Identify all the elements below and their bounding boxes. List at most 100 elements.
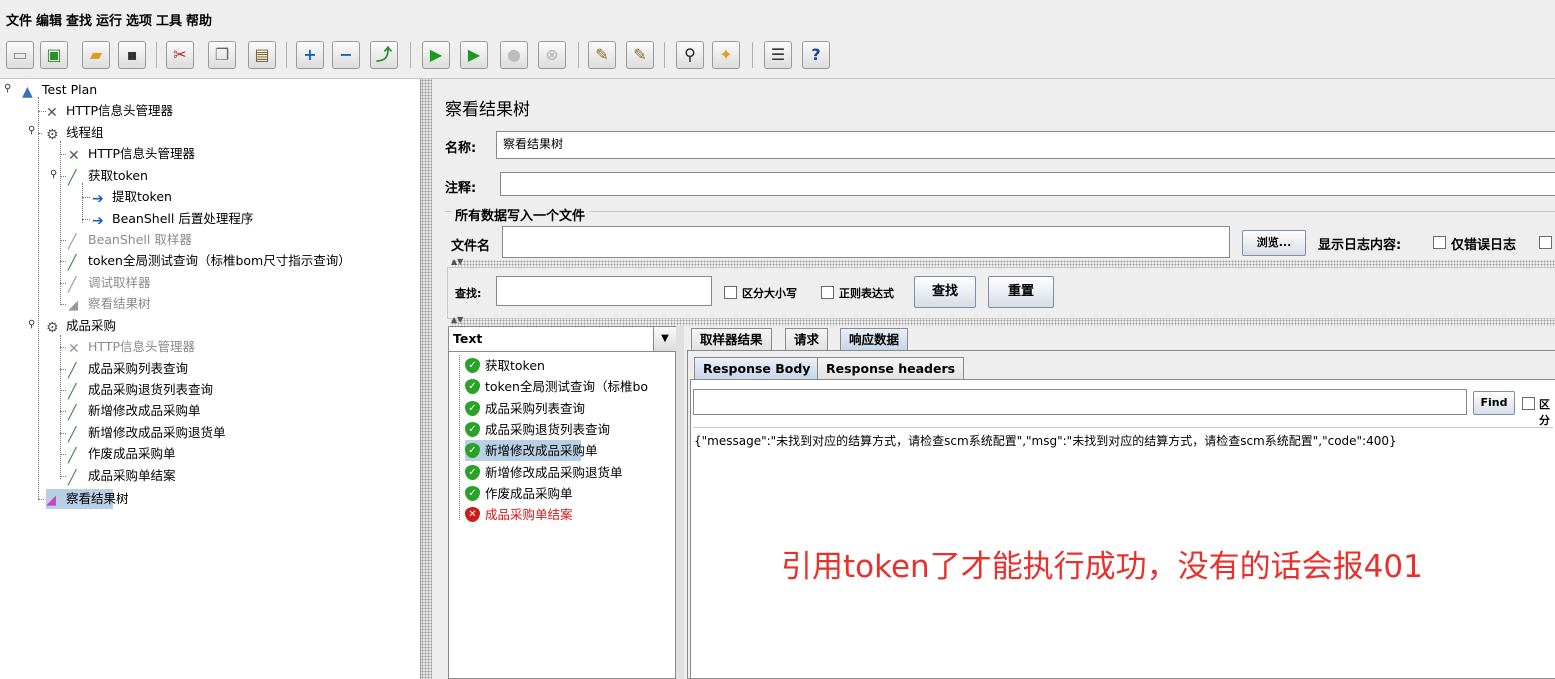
chart-icon: ◢ [68, 298, 78, 313]
response-case-label: 区分 [1539, 398, 1550, 427]
pipette-icon: ╱ [68, 384, 77, 400]
search-icon[interactable]: ⚲ [676, 41, 704, 69]
save-icon[interactable]: ▪ [118, 41, 146, 69]
log-content-label: 显示日志内容: [1318, 238, 1402, 253]
success-shield-icon: ✓ [465, 400, 480, 416]
result-label: 作废成品采购单 [485, 485, 573, 501]
stop-icon[interactable]: ● [500, 41, 528, 69]
filename-field[interactable] [502, 226, 1230, 258]
result-tree-panel: 察看结果树 名称: 察看结果树 注释: 所有数据写入一个文件 文件名 浏览...… [433, 79, 1555, 679]
page-title: 察看结果树 [445, 100, 530, 120]
cut-icon[interactable]: ✂ [166, 41, 194, 69]
gear-icon: ⚙ [46, 127, 59, 143]
divider [451, 319, 1555, 326]
tree-item-result-tree[interactable]: ◢ 察看结果树 [46, 489, 129, 509]
menu-options[interactable]: 选项 [126, 10, 152, 29]
flask-icon: ▲ [22, 84, 33, 100]
clear-all-icon[interactable]: ✎ [626, 41, 654, 69]
tab-sampler-result[interactable]: 取样器结果 [691, 328, 772, 350]
tab-response-body[interactable]: Response Body [694, 357, 820, 379]
regex-label: 正则表达式 [839, 287, 894, 300]
renderer-select[interactable]: Text ▼ [449, 327, 676, 352]
menu-help[interactable]: 帮助 [186, 10, 212, 29]
section-title: 所有数据写入一个文件 [451, 205, 590, 224]
tab-response-data[interactable]: 响应数据 [840, 328, 909, 350]
templates-icon[interactable]: ▣ [40, 41, 68, 69]
function-helper-icon[interactable]: ☰ [764, 41, 792, 69]
new-icon[interactable]: ▭ [6, 41, 34, 69]
response-find-button[interactable]: Find [1473, 391, 1515, 415]
menu-tools[interactable]: 工具 [156, 10, 182, 29]
arrow-right-icon: ➔ [92, 191, 104, 207]
toolbar: ▭ ▣ ▰ ▪ ✂ ❐ ▤ + − ⤴ ▶ ▶ ● ⊗ ✎ ✎ ⚲ ✦ ☰ ? [0, 36, 1555, 79]
chevron-down-icon[interactable]: ▼ [653, 327, 676, 351]
name-label: 名称: [445, 141, 477, 156]
annotation-text: 引用token了才能执行成功，没有的话会报401 [781, 549, 1423, 585]
pipette-icon: ╱ [68, 448, 77, 464]
start-icon[interactable]: ▶ [422, 41, 450, 69]
find-button[interactable]: 查找 [914, 276, 976, 308]
clear-icon[interactable]: ✎ [588, 41, 616, 69]
case-sensitive-checkbox[interactable] [724, 286, 737, 299]
paste-icon[interactable]: ▤ [248, 41, 276, 69]
result-label: 新增修改成品采购退货单 [485, 464, 623, 480]
success-shield-icon: ✓ [465, 443, 480, 459]
result-item[interactable]: ✓ 新增修改成品采购单 [465, 440, 598, 462]
wrench-icon: ✕ [68, 148, 80, 164]
splitter[interactable] [676, 326, 684, 679]
collapse-toggle-icon[interactable]: ⚲ [50, 169, 57, 180]
menu-bar: 文件 编辑 查找 运行 选项 工具 帮助 [0, 0, 1555, 36]
errors-only-checkbox[interactable] [1433, 236, 1446, 249]
test-plan-tree: ⚲ ⚲ ⚲ ⚲ ▲ Test Plan ✕ HTTP信息头管理器 ⚙ 线程组 ✕… [0, 79, 421, 679]
toggle-icon[interactable]: ⤴ [370, 41, 398, 69]
pipette-icon: ╱ [68, 170, 77, 186]
response-find-input[interactable] [693, 389, 1467, 415]
divider [451, 260, 1555, 267]
comment-field[interactable] [500, 172, 1555, 196]
menu-search[interactable]: 查找 [66, 10, 92, 29]
result-label: 获取token [485, 358, 545, 373]
open-icon[interactable]: ▰ [82, 41, 110, 69]
help-icon[interactable]: ? [802, 41, 830, 69]
split-arrows-icon[interactable]: ▲▼ [451, 315, 463, 324]
reset-button[interactable]: 重置 [988, 276, 1054, 308]
success-shield-icon: ✓ [465, 421, 480, 437]
success-shield-icon: ✓ [465, 379, 480, 395]
menu-edit[interactable]: 编辑 [36, 10, 62, 29]
result-label: 成品采购单结案 [485, 507, 573, 523]
collapse-icon[interactable]: − [332, 41, 360, 69]
collapse-toggle-icon[interactable]: ⚲ [28, 125, 35, 136]
name-field[interactable]: 察看结果树 [496, 131, 1555, 159]
search-input[interactable] [496, 276, 712, 306]
menu-run[interactable]: 运行 [96, 10, 122, 29]
arrow-right-icon: ➔ [92, 213, 104, 229]
case-sensitive-label: 区分大小写 [742, 287, 797, 300]
splitter[interactable] [421, 79, 432, 679]
browse-button[interactable]: 浏览... [1242, 230, 1306, 256]
regex-checkbox[interactable] [821, 286, 834, 299]
collapse-toggle-icon[interactable]: ⚲ [4, 83, 11, 94]
success-shield-icon: ✓ [465, 464, 480, 480]
shutdown-icon[interactable]: ⊗ [538, 41, 566, 69]
expand-icon[interactable]: + [296, 41, 324, 69]
menu-file[interactable]: 文件 [6, 10, 32, 29]
split-arrows-icon[interactable]: ▲▼ [451, 257, 463, 266]
start-no-pause-icon[interactable]: ▶ [460, 41, 488, 69]
results-list: Text ▼ ✓ 获取token ✓ token全局测试查询（标椎bo ✓ 成品采购列表查… [448, 326, 676, 679]
chart-icon: ◢ [46, 493, 56, 508]
result-label: 新增修改成品采购单 [485, 443, 598, 459]
pipette-icon: ╱ [68, 255, 77, 271]
tab-response-headers[interactable]: Response headers [817, 357, 965, 379]
successes-only-checkbox[interactable] [1539, 236, 1552, 249]
tab-request[interactable]: 请求 [785, 328, 829, 350]
response-text: {"message":"未找到对应的结算方式，请检查scm系统配置","msg"… [694, 434, 1397, 448]
filename-label: 文件名 [451, 239, 491, 254]
success-shield-icon: ✓ [465, 358, 480, 373]
wrench-icon: ✕ [46, 105, 58, 121]
result-label: 成品采购退货列表查询 [485, 421, 611, 437]
copy-icon[interactable]: ❐ [208, 41, 236, 69]
collapse-toggle-icon[interactable]: ⚲ [28, 319, 35, 330]
response-case-checkbox[interactable] [1522, 397, 1535, 410]
error-shield-icon: ✕ [465, 507, 480, 523]
reset-search-icon[interactable]: ✦ [712, 41, 740, 69]
